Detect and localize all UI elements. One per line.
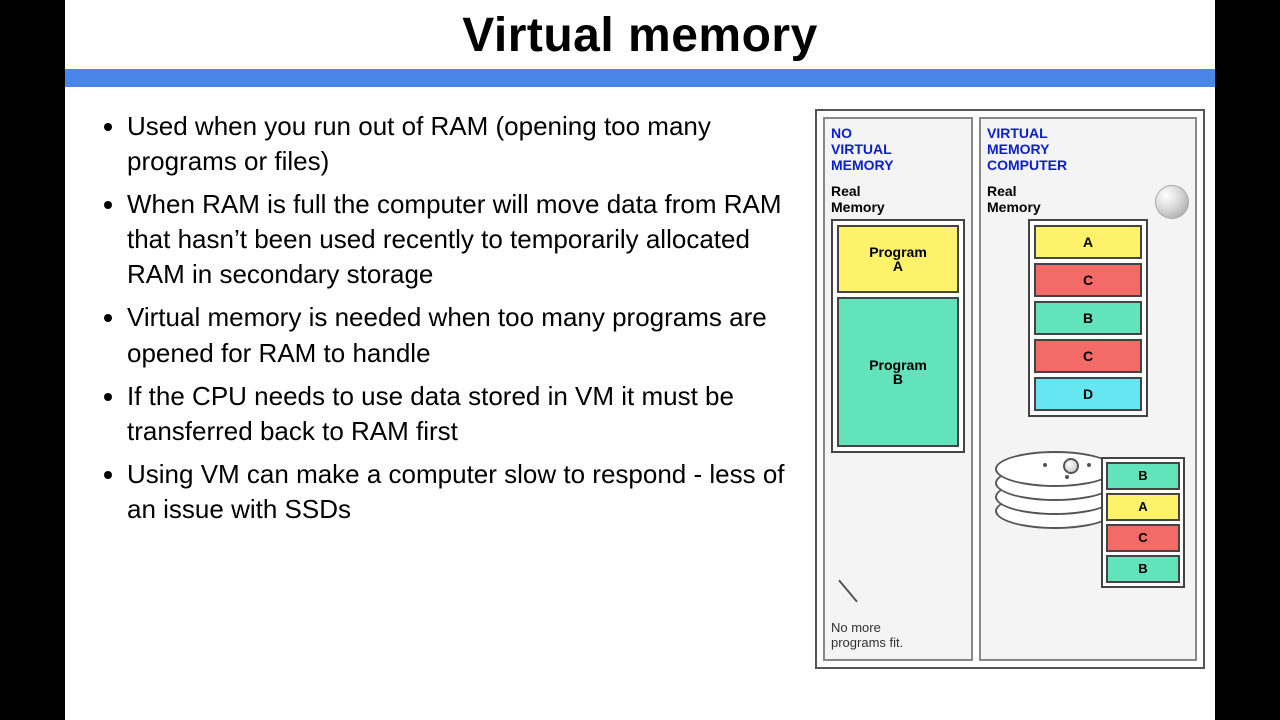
memory-slot: Program B: [837, 297, 959, 447]
memory-slot: C: [1034, 339, 1142, 373]
vm-heading: VIRTUAL MEMORY COMPUTER: [987, 125, 1189, 173]
slide-title: Virtual memory: [65, 0, 1215, 69]
bullet-list: Used when you run out of RAM (opening to…: [95, 109, 815, 669]
vm-memory-box: A C B C D: [1028, 219, 1148, 417]
memory-slot: A: [1034, 225, 1142, 259]
slide-content: Used when you run out of RAM (opening to…: [65, 87, 1215, 669]
bullet-item: Used when you run out of RAM (opening to…: [127, 109, 807, 179]
swap-slot: C: [1106, 524, 1180, 552]
no-vm-caption: No more programs fit.: [831, 621, 965, 651]
no-vm-real-memory-label: Real Memory: [831, 183, 965, 215]
memory-slot: C: [1034, 263, 1142, 297]
bullet-item: When RAM is full the computer will move …: [127, 187, 807, 292]
bullet-item: Virtual memory is needed when too many p…: [127, 300, 807, 370]
disk-icon: [995, 449, 1115, 569]
divider-bar: [65, 69, 1215, 87]
swap-file-box: B A C B: [1101, 457, 1185, 588]
vm-column: VIRTUAL MEMORY COMPUTER Real Memory A C …: [979, 117, 1197, 661]
no-vm-column: NO VIRTUAL MEMORY Real Memory Program A …: [823, 117, 973, 661]
sphere-icon: [1155, 185, 1189, 219]
swap-slot: A: [1106, 493, 1180, 521]
pointer-line: [838, 580, 858, 603]
swap-slot: B: [1106, 462, 1180, 490]
illustration-panel: NO VIRTUAL MEMORY Real Memory Program A …: [815, 109, 1205, 669]
memory-slot: D: [1034, 377, 1142, 411]
left-pillarbox: [0, 0, 65, 720]
no-vm-heading: NO VIRTUAL MEMORY: [831, 125, 965, 173]
slide: Virtual memory Used when you run out of …: [65, 0, 1215, 720]
swap-slot: B: [1106, 555, 1180, 583]
memory-slot: Program A: [837, 225, 959, 293]
bullet-item: Using VM can make a computer slow to res…: [127, 457, 807, 527]
bullet-item: If the CPU needs to use data stored in V…: [127, 379, 807, 449]
right-pillarbox: [1215, 0, 1280, 720]
memory-slot: B: [1034, 301, 1142, 335]
no-vm-memory-box: Program A Program B: [831, 219, 965, 453]
disk-area: B A C B: [987, 431, 1189, 601]
